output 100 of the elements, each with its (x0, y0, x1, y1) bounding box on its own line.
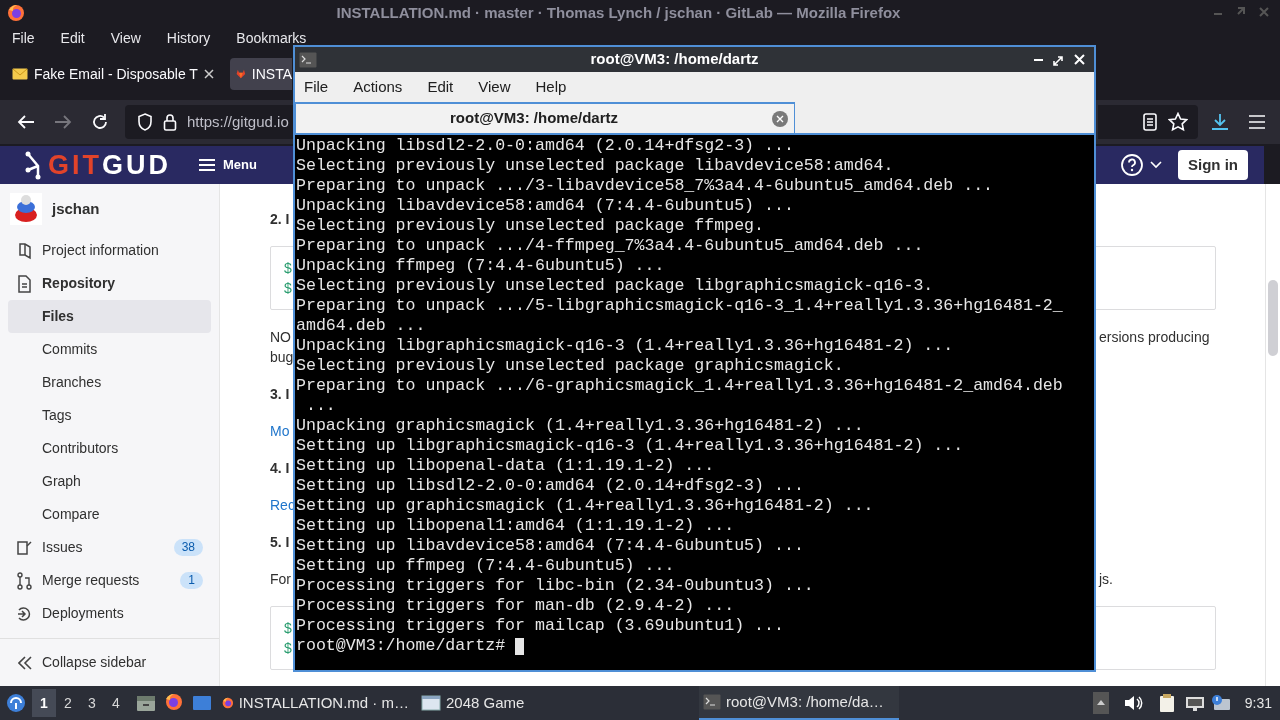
sidebar-item[interactable]: Compare (8, 498, 211, 531)
chevron-down-icon[interactable] (1150, 161, 1162, 169)
close-icon[interactable] (204, 69, 214, 79)
firefox-icon[interactable] (164, 693, 184, 713)
star-icon[interactable] (1168, 112, 1188, 132)
section-heading: 2. I (270, 210, 291, 229)
sidebar-item[interactable]: Project information (8, 234, 211, 267)
download-icon[interactable] (1210, 112, 1230, 132)
workspace-button[interactable]: 4 (104, 689, 128, 717)
terminal-line: Selecting previously unselected package libavdevice58:amd64. (296, 156, 895, 176)
terminal-line: Preparing to unpack .../4-ffmpeg_7%3a4.4-6ubuntu5_amd64.deb ... (296, 236, 925, 256)
paragraph-text: For (270, 570, 291, 589)
terminal-line: amd64.deb ... (296, 316, 427, 336)
tray-expand-icon[interactable] (1092, 692, 1109, 714)
reader-view-icon[interactable] (1142, 113, 1158, 131)
sidebar-item[interactable]: Issues 38 (8, 531, 211, 564)
terminal-line: Preparing to unpack .../3-libavdevice58_7%3a4.4-6ubuntu5_amd64.deb ... (296, 176, 995, 196)
menu-item[interactable]: History (166, 31, 211, 45)
address-bar[interactable]: https://gitgud.io (125, 105, 293, 139)
menu-item[interactable]: Bookmarks (236, 31, 307, 45)
terminal-line: Setting up libopenal1:amd64 (1:1.19.1-2) ... (296, 516, 736, 536)
shell-prompt: $ (284, 279, 293, 298)
terminal-tab[interactable]: root@VM3: /home/dartz (295, 102, 795, 133)
menu-icon[interactable] (1248, 114, 1266, 130)
hamburger-icon (199, 159, 215, 171)
network-icon[interactable] (1184, 695, 1205, 711)
doc-link[interactable]: Rec (270, 495, 294, 515)
project-name[interactable]: jschan (52, 197, 100, 221)
reload-icon[interactable] (91, 113, 109, 131)
paragraph-text: bug (270, 348, 294, 367)
taskbar-button[interactable]: INSTALLATION.md · m… (218, 686, 413, 720)
scrollbar-thumb[interactable] (1268, 280, 1278, 356)
taskbar-button[interactable]: 2048 Game (417, 686, 607, 720)
notification-icon[interactable] (1210, 694, 1231, 712)
section-heading: 3. I (270, 385, 291, 404)
shell-prompt: $ (284, 259, 293, 278)
tab-label: Fake Email - Disposable T (34, 64, 198, 84)
sidebar-item[interactable]: Branches (8, 366, 211, 399)
terminal-line: Setting up graphicsmagick (1.4+really1.3.36+hg16481-2) ... (296, 496, 875, 516)
menu-item[interactable]: File (304, 75, 329, 99)
workspace-button[interactable]: 3 (80, 689, 104, 717)
section-heading: 5. I (270, 533, 291, 552)
terminal-line: Unpacking libavdevice58:amd64 (7:4.4-6ubuntu5) ... (296, 196, 795, 216)
workspace-button[interactable]: 1 (32, 689, 56, 717)
terminal-line: Setting up ffmpeg (7:4.4-6ubuntu5) ... (296, 556, 676, 576)
forward-arrow-icon[interactable] (54, 114, 72, 130)
workspace-button[interactable]: 2 (56, 689, 80, 717)
terminal-line: root@VM3:/home/dartz# (296, 636, 507, 656)
terminal-line: Preparing to unpack .../6-graphicsmagick_1.4+really1.3.36+hg16481-2_amd64.deb (296, 376, 1064, 396)
sign-in-button[interactable]: Sign in (1178, 150, 1248, 180)
paragraph-text: js. (1099, 570, 1113, 589)
clock: 9:31 (1244, 693, 1272, 713)
window-title: root@VM3: /home/dartz (589, 49, 760, 70)
sidebar-item[interactable]: Tags (8, 399, 211, 432)
menu-item[interactable]: Edit (60, 31, 85, 45)
terminal-line: ... (304, 396, 337, 416)
terminal-line: Unpacking ffmpeg (7:4.4-6ubuntu5) ... (296, 256, 666, 276)
terminal-line: Unpacking libgraphicsmagick-q16-3 (1.4+really1.3.36+hg16481-2) ... (296, 336, 955, 356)
menu-item[interactable]: Actions (353, 75, 403, 99)
terminal-line: Unpacking libsdl2-2.0-0:amd64 (2.0.14+dfsg2-3) ... (296, 136, 795, 156)
back-arrow-icon[interactable] (17, 114, 35, 130)
terminal-line: Setting up libsdl2-2.0-0:amd64 (2.0.14+dfsg2-3) ... (296, 476, 805, 496)
menu-item[interactable]: View (110, 31, 141, 45)
doc-link[interactable]: Mo (270, 421, 294, 441)
url-text: https://gitgud.io (187, 111, 289, 132)
menu-item[interactable]: View (478, 75, 511, 99)
terminal-line: Selecting previously unselected package ffmpeg. (296, 216, 766, 236)
sidebar-item[interactable]: Contributors (8, 432, 211, 465)
terminal-line: Setting up libavdevice58:amd64 (7:4.4-6ubuntu5) ... (296, 536, 805, 556)
volume-icon[interactable] (1122, 694, 1143, 712)
taskbar-button[interactable]: root@VM3: /home/da… (699, 686, 899, 720)
count-badge: 38 (173, 539, 203, 556)
menu-item[interactable]: Help (535, 75, 567, 99)
terminal-line: Setting up libopenal-data (1:1.19.1-2) ... (296, 456, 716, 476)
browser-tab[interactable]: INSTA (230, 58, 292, 90)
file-drawer-icon[interactable] (136, 694, 156, 712)
terminal-line: Processing triggers for mailcap (3.69ubuntu1) ... (296, 616, 785, 636)
sidebar-item[interactable]: Files (8, 300, 211, 333)
sidebar-item[interactable]: Deployments (8, 597, 211, 630)
merge-request-icon (16, 571, 34, 590)
menu-item[interactable]: File (12, 31, 35, 45)
window-icon[interactable] (192, 694, 212, 712)
shield-icon (137, 113, 153, 131)
sidebar-item[interactable]: Repository (8, 267, 211, 300)
gitgud-logo[interactable]: GITGUD (48, 151, 171, 179)
clipboard-icon[interactable] (1158, 693, 1175, 713)
sidebar-item[interactable]: Merge requests 1 (8, 564, 211, 597)
terminal-line: Selecting previously unselected package libgraphicsmagick-q16-3. (296, 276, 935, 296)
branch-logo-icon (24, 150, 42, 180)
address-bar-end[interactable] (1098, 105, 1198, 139)
terminal-line: Selecting previously unselected package graphicsmagick. (296, 356, 845, 376)
sidebar-item[interactable]: Commits (8, 333, 211, 366)
book-icon (16, 241, 34, 260)
sidebar-item[interactable]: Graph (8, 465, 211, 498)
browser-tab[interactable]: Fake Email - Disposable T (4, 58, 222, 90)
start-menu-icon[interactable] (6, 693, 26, 713)
menu-item[interactable]: Edit (427, 75, 454, 99)
menu-button[interactable]: Menu (199, 155, 257, 175)
help-icon[interactable] (1120, 153, 1144, 177)
firefox-icon (7, 4, 25, 22)
